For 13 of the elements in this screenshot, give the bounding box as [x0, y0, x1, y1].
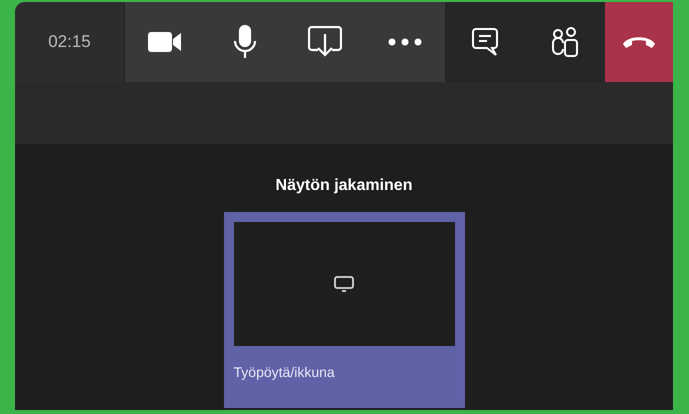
hang-up-icon — [622, 35, 656, 49]
option-label: Työpöytä/ikkuna — [234, 363, 336, 382]
more-icon — [388, 38, 422, 46]
chat-icon — [472, 28, 498, 56]
people-icon — [551, 27, 579, 57]
panel-title: Näytön jakaminen — [276, 176, 412, 196]
hang-up-button[interactable] — [605, 2, 673, 82]
share-option-card[interactable]: Työpöytä/ikkuna — [224, 212, 464, 408]
video-camera-icon — [148, 31, 182, 53]
share-screen-icon — [308, 26, 342, 58]
monitor-icon — [334, 276, 354, 292]
microphone-icon — [233, 25, 257, 59]
call-timer: 02:15 — [48, 31, 91, 54]
